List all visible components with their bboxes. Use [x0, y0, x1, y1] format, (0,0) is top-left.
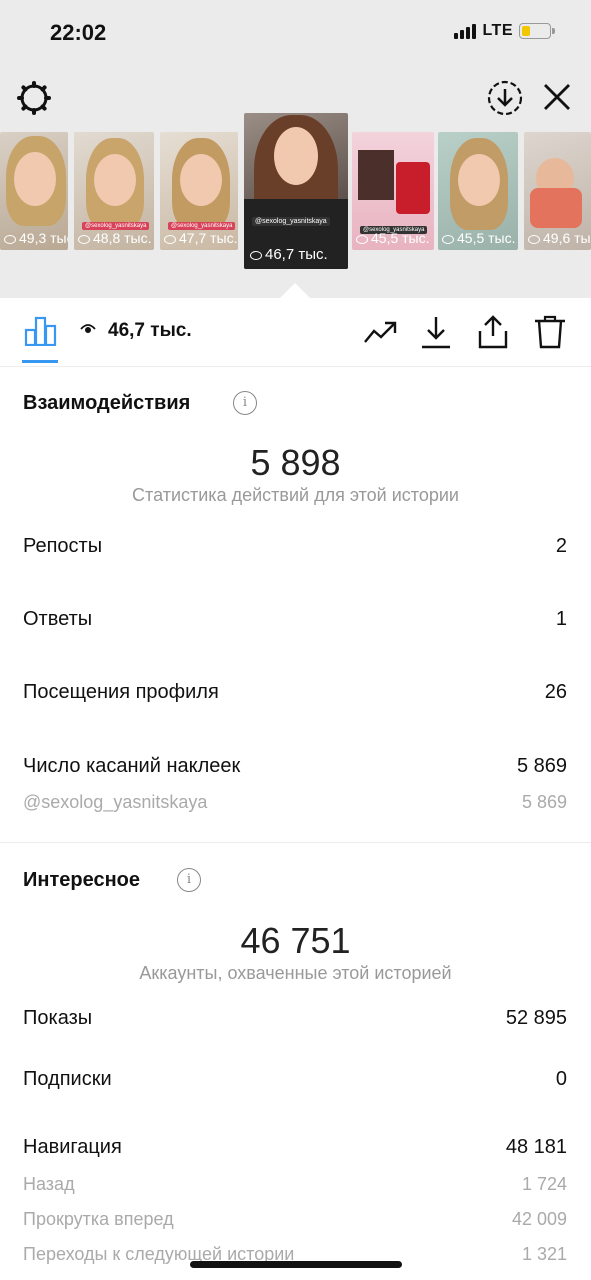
story-thumbnail[interactable]: @sexolog_yasnitskaya 45,5 тыс. — [352, 132, 434, 250]
thumbnail-views: 49,6 тыс. — [528, 230, 591, 246]
stat-value: 52 895 — [505, 1007, 567, 1029]
story-thumbnail[interactable]: @sexolog_yasnitskaya 47,7 тыс. — [160, 132, 238, 250]
thumbnail-views: 46,7 тыс. — [250, 246, 328, 263]
story-toolbar: 46,7 тыс. — [0, 298, 591, 367]
active-tab-indicator — [22, 360, 58, 363]
network-label: LTE — [482, 22, 513, 39]
status-indicators: LTE — [454, 22, 555, 40]
thumbnail-views: 48,8 тыс. — [78, 230, 152, 246]
selected-pointer — [280, 283, 310, 298]
nav-value: 42 009 — [511, 1209, 567, 1229]
views-count: 46,7 тыс. — [108, 320, 192, 341]
discovery-title: Интересное — [23, 869, 140, 891]
story-thumbnail[interactable]: 45,5 тыс. — [438, 132, 518, 250]
status-time: 22:02 — [50, 20, 107, 45]
thumbnail-views: 45,5 тыс. — [356, 230, 430, 246]
settings-gear-icon[interactable] — [16, 80, 52, 116]
stat-value: 0 — [555, 1068, 567, 1090]
stat-value: 1 — [555, 608, 567, 630]
discovery-subtitle: Аккаунты, охваченные этой историей — [139, 963, 452, 983]
section-divider — [0, 842, 591, 843]
stat-label: Ответы — [23, 608, 93, 630]
promote-trend-icon[interactable] — [362, 314, 398, 350]
download-icon[interactable] — [418, 314, 454, 350]
nav-value: 1 321 — [521, 1244, 567, 1264]
thumbnail-views: 45,5 тыс. — [442, 230, 516, 246]
stat-label: Подписки — [23, 1068, 112, 1090]
interactions-total: 5 898 — [250, 442, 341, 483]
nav-label: Прокрутка вперед — [23, 1209, 174, 1229]
story-thumbnail[interactable]: 49,3 тыс. — [0, 132, 68, 250]
stat-value: 5 869 — [516, 755, 567, 777]
info-icon[interactable]: i — [233, 391, 257, 415]
stat-label: Навигация — [23, 1136, 122, 1158]
stat-label: Посещения профиля — [23, 681, 219, 703]
insights-chart-icon[interactable] — [24, 316, 58, 346]
nav-label: Назад — [23, 1174, 75, 1194]
interactions-title: Взаимодействия — [23, 392, 191, 414]
stat-value: 2 — [555, 535, 567, 557]
sticker-label: @sexolog_yasnitskaya — [23, 792, 208, 812]
battery-icon — [519, 23, 555, 39]
stat-value: 48 181 — [505, 1136, 567, 1158]
interactions-subtitle: Статистика действий для этой истории — [132, 485, 459, 505]
eye-icon — [80, 324, 96, 333]
story-thumbnail-selected[interactable]: @sexolog_yasnitskaya 46,7 тыс. — [244, 113, 348, 269]
close-icon[interactable] — [540, 80, 574, 114]
signal-icon — [454, 23, 477, 39]
home-indicator[interactable] — [190, 1261, 402, 1268]
stat-label: Репосты — [23, 535, 103, 557]
stat-label: Показы — [23, 1007, 93, 1029]
thumbnail-tag: @sexolog_yasnitskaya — [82, 222, 150, 230]
nav-value: 1 724 — [521, 1174, 567, 1194]
thumbnail-tag: @sexolog_yasnitskaya — [168, 222, 236, 230]
stat-label: Число касаний наклеек — [23, 755, 241, 777]
discovery-total: 46 751 — [240, 920, 351, 961]
info-icon[interactable]: i — [177, 868, 201, 892]
sticker-value: 5 869 — [521, 792, 567, 812]
thumbnail-views: 47,7 тыс. — [164, 230, 238, 246]
story-thumbnail[interactable]: @sexolog_yasnitskaya 48,8 тыс. — [74, 132, 154, 250]
story-thumbnail[interactable]: 49,6 тыс. — [524, 132, 591, 250]
share-icon[interactable] — [475, 314, 511, 350]
stat-value: 26 — [544, 681, 567, 703]
thumbnail-views: 49,3 тыс. — [4, 230, 68, 246]
save-story-icon[interactable] — [486, 79, 524, 117]
thumbnail-tag: @sexolog_yasnitskaya — [252, 217, 330, 226]
delete-trash-icon[interactable] — [532, 314, 568, 350]
